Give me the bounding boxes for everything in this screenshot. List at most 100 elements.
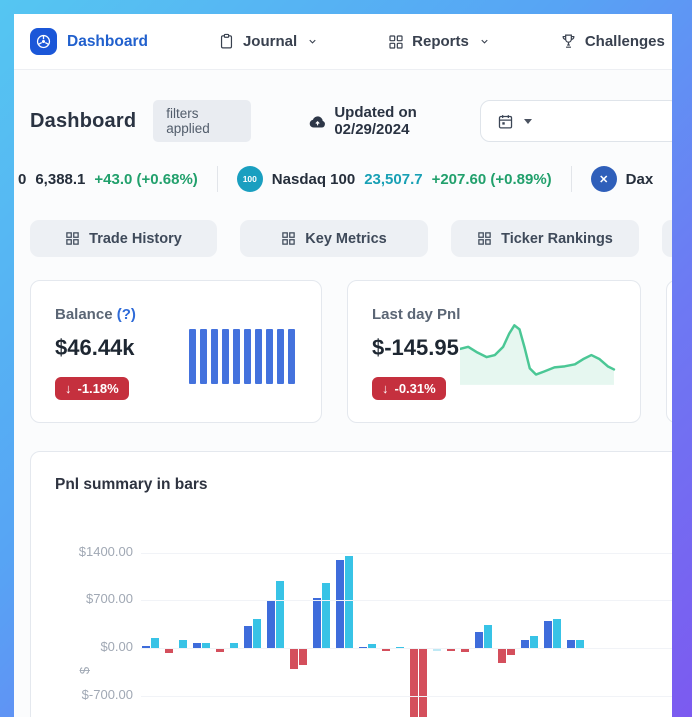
pnl-bar[interactable] <box>253 619 261 648</box>
pnl-bar[interactable] <box>567 640 575 648</box>
pnl-bar[interactable] <box>345 556 353 648</box>
pnl-bar[interactable] <box>276 581 284 648</box>
pnl-bar[interactable] <box>290 649 298 669</box>
pnl-bar[interactable] <box>461 649 469 652</box>
pnl-bar[interactable] <box>410 649 418 717</box>
pnl-bar[interactable] <box>507 649 515 655</box>
arrow-down-icon: ↓ <box>382 381 389 396</box>
spark-bar <box>211 329 218 384</box>
ticker-symbol: 0 <box>18 171 26 188</box>
cloud-sync-icon <box>309 114 326 129</box>
ticker-change: +207.60 (+0.89%) <box>432 171 552 188</box>
gridline <box>141 696 672 697</box>
calendar-icon <box>497 113 514 130</box>
key-metrics-button[interactable]: Key Metrics <box>240 220 428 257</box>
app-logo-icon <box>30 28 57 55</box>
app-window: Dashboard Journal Reports Challenges <box>14 14 672 717</box>
ticker-rankings-button[interactable]: Ticker Rankings <box>451 220 639 257</box>
pnl-bar[interactable] <box>530 636 538 648</box>
pnl-bar[interactable] <box>576 640 584 648</box>
pnl-bars <box>142 537 672 717</box>
card-title: Balance (?) <box>55 306 321 323</box>
pnl-bar[interactable] <box>382 649 390 651</box>
balance-card: Balance (?) $46.44k ↓ -1.18% <box>30 280 322 423</box>
updated-status: Updated on 02/29/2024 <box>309 104 480 138</box>
ticker-divider <box>217 166 218 192</box>
pnl-bar[interactable] <box>521 640 529 648</box>
nav-brand-dashboard[interactable]: Dashboard <box>30 28 148 55</box>
balance-change-badge: ↓ -1.18% <box>55 377 129 400</box>
ticker-name: Nasdaq 100 <box>272 171 355 188</box>
filters-applied-badge: filters applied <box>153 100 251 142</box>
cutoff-card <box>666 280 672 423</box>
balance-sparkline-bars <box>189 328 295 384</box>
ticker-name: Dax <box>626 171 654 188</box>
nav-item-label: Reports <box>412 33 469 50</box>
y-axis-title: $ <box>77 667 92 674</box>
spark-bar <box>288 329 295 384</box>
pnl-bar[interactable] <box>475 632 483 648</box>
pnl-bar[interactable] <box>216 649 224 652</box>
nav-brand-label: Dashboard <box>67 33 148 51</box>
pnl-bar[interactable] <box>151 638 159 648</box>
y-tick-label: $0.00 <box>31 639 133 654</box>
pnl-bar[interactable] <box>313 598 321 648</box>
y-tick-label: $700.00 <box>31 591 133 606</box>
pnl-bar[interactable] <box>165 649 173 653</box>
page-header: Dashboard filters applied Updated on 02/… <box>30 100 656 142</box>
pnl-bar[interactable] <box>299 649 307 665</box>
pnl-bar[interactable] <box>336 560 344 648</box>
ticker-item-nasdaq[interactable]: 100 Nasdaq 100 23,507.7 +207.60 (+0.89%) <box>237 166 552 192</box>
page-title: Dashboard <box>30 110 136 133</box>
ticker-divider <box>571 166 572 192</box>
button-label: Trade History <box>89 231 182 247</box>
trade-history-button[interactable]: Trade History <box>30 220 217 257</box>
nav-item-label: Challenges <box>585 33 665 50</box>
pnl-bar[interactable] <box>419 649 427 717</box>
gridline <box>141 600 672 601</box>
pnl-bar[interactable] <box>498 649 506 663</box>
nav-item-reports[interactable]: Reports <box>388 33 490 50</box>
trophy-icon <box>560 33 577 50</box>
lastday-sparkline <box>460 321 616 385</box>
chart-title: Pnl summary in bars <box>31 452 672 494</box>
nasdaq-badge-icon: 100 <box>237 166 263 192</box>
pnl-bar[interactable] <box>244 626 252 648</box>
lastday-pnl-card: Last day Pnl $-145.95 ↓ -0.31% <box>347 280 641 423</box>
nav-item-label: Journal <box>243 33 297 50</box>
pnl-summary-card: Pnl summary in bars $ $1400.00 $700.00 $0.… <box>30 451 672 717</box>
pnl-bar[interactable] <box>484 625 492 648</box>
button-label: Key Metrics <box>305 231 386 247</box>
lastday-change-badge: ↓ -0.31% <box>372 377 446 400</box>
cutoff-button[interactable] <box>662 220 672 257</box>
ticker-change: +43.0 (+0.68%) <box>94 171 197 188</box>
ticker-item-sp[interactable]: 0 6,388.1 +43.0 (+0.68%) <box>18 171 198 188</box>
spark-bar <box>200 329 207 384</box>
y-tick-label: $1400.00 <box>31 544 133 559</box>
spark-bar <box>222 329 229 384</box>
grid-icon <box>65 231 80 246</box>
nav-item-journal[interactable]: Journal <box>218 33 318 50</box>
gridline <box>141 648 672 649</box>
pnl-chart: $ $1400.00$700.00$0.00$-700.00 <box>31 537 672 717</box>
pnl-bar[interactable] <box>322 583 330 648</box>
grid-icon <box>388 34 404 50</box>
spark-bar <box>277 329 284 384</box>
clipboard-icon <box>218 33 235 50</box>
ticker-price: 23,507.7 <box>364 171 422 188</box>
spark-bar <box>255 329 262 384</box>
pnl-bar[interactable] <box>553 619 561 648</box>
date-range-picker[interactable] <box>480 100 672 142</box>
dax-badge-icon: ✕ <box>591 166 617 192</box>
pnl-bar[interactable] <box>179 640 187 648</box>
nav-item-challenges[interactable]: Challenges <box>560 33 665 50</box>
pnl-bar[interactable] <box>267 600 275 648</box>
updated-text: Updated on 02/29/2024 <box>334 104 480 138</box>
pnl-bar[interactable] <box>433 649 441 651</box>
chevron-down-icon <box>307 36 318 47</box>
help-icon[interactable]: (?) <box>117 306 136 323</box>
ticker-item-dax[interactable]: ✕ Dax <box>591 166 654 192</box>
gridline <box>141 553 672 554</box>
pnl-bar[interactable] <box>544 621 552 648</box>
pnl-bar[interactable] <box>447 649 455 651</box>
